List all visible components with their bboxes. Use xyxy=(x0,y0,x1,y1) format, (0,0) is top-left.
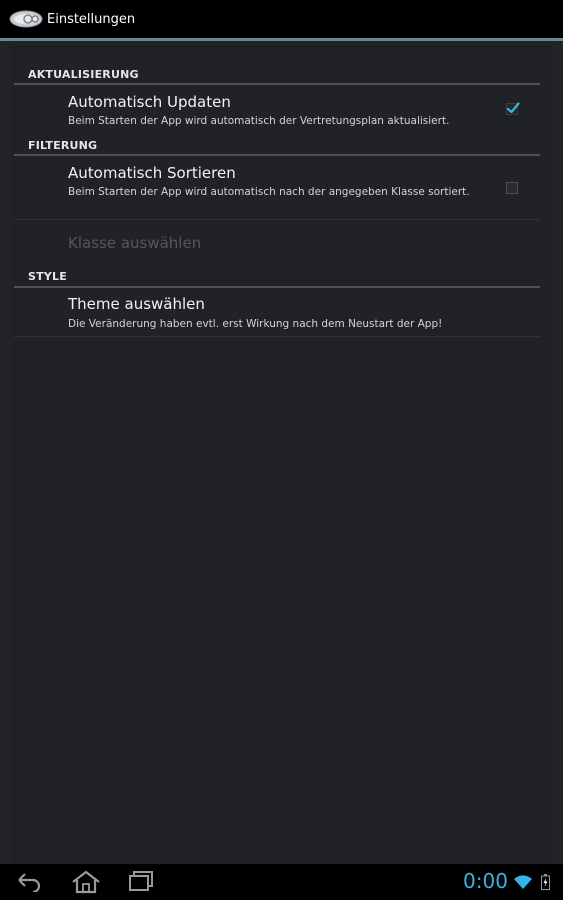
pref-summary: Die Veränderung haben evtl. erst Wirkung… xyxy=(68,318,443,330)
category-header-style: STYLE xyxy=(28,270,67,283)
item-divider xyxy=(14,219,540,220)
category-divider xyxy=(14,286,540,288)
settings-content: AKTUALISIERUNG Automatisch Updaten Beim … xyxy=(0,41,563,864)
clock[interactable]: 0:00 xyxy=(463,869,508,893)
pref-title: Automatisch Updaten xyxy=(68,93,231,111)
category-header-filterung: FILTERUNG xyxy=(28,139,98,152)
battery-icon[interactable] xyxy=(541,874,550,894)
category-header-aktualisierung: AKTUALISIERUNG xyxy=(28,68,139,81)
recent-apps-icon[interactable] xyxy=(128,870,154,896)
pref-summary: Beim Starten der App wird automatisch na… xyxy=(68,186,470,198)
checkmark-icon xyxy=(506,102,520,114)
pref-title: Automatisch Sortieren xyxy=(68,164,236,182)
pref-summary: Beim Starten der App wird automatisch de… xyxy=(68,115,450,127)
system-navigation-bar: 0:00 xyxy=(0,864,563,900)
item-divider xyxy=(14,336,540,337)
auto-sort-checkbox[interactable] xyxy=(506,182,518,194)
home-icon[interactable] xyxy=(71,870,101,898)
back-arrow-icon[interactable] xyxy=(16,870,42,896)
app-logo-icon[interactable] xyxy=(9,8,45,30)
page-title: Einstellungen xyxy=(47,11,136,27)
pref-title: Theme auswählen xyxy=(68,295,205,313)
action-bar: Einstellungen xyxy=(0,0,563,38)
wifi-icon[interactable] xyxy=(513,874,533,894)
category-divider xyxy=(14,83,540,85)
auto-update-checkbox[interactable] xyxy=(506,102,520,115)
category-divider xyxy=(14,154,540,156)
pref-title: Klasse auswählen xyxy=(68,234,202,252)
